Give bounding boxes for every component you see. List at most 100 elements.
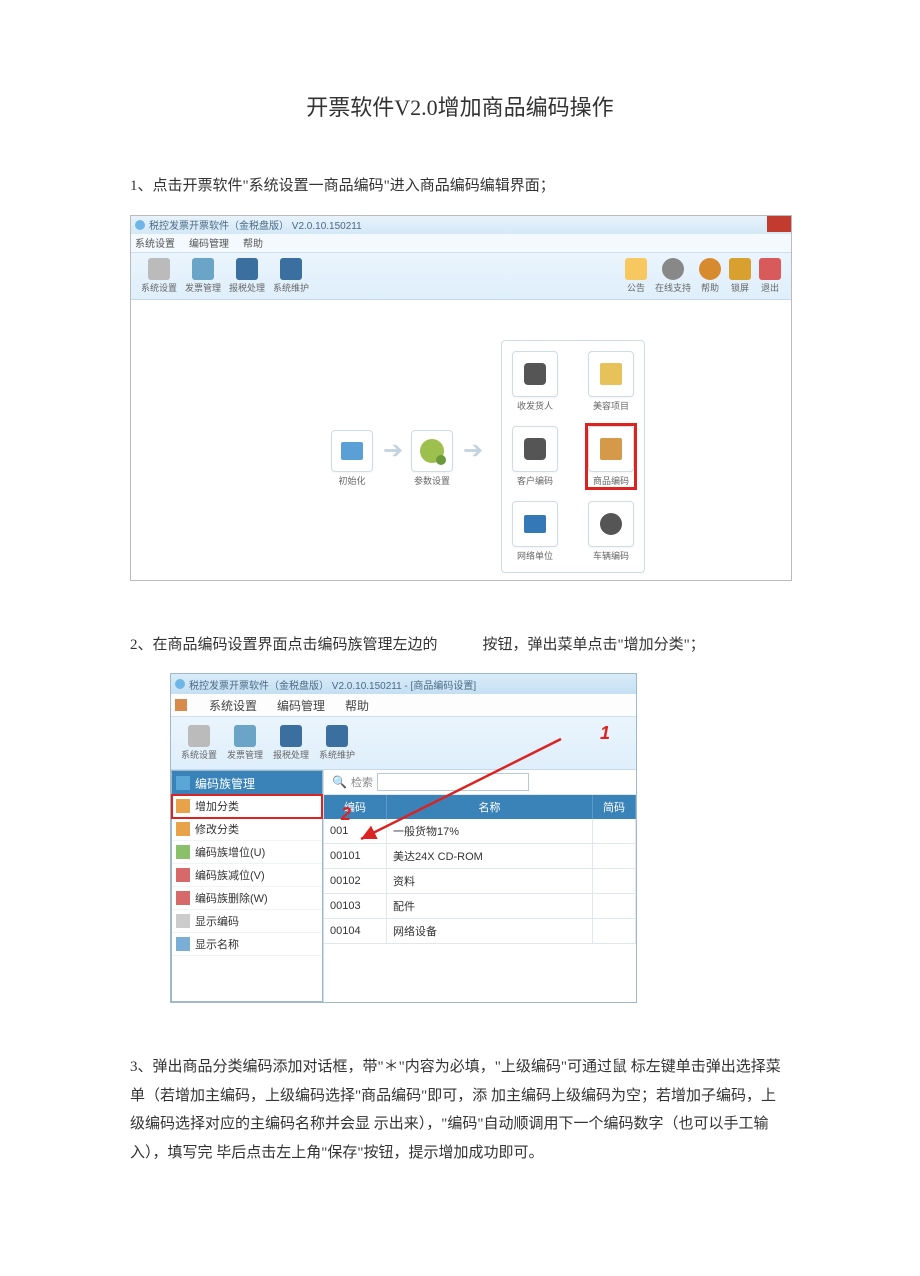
tile-label: 参数设置 bbox=[414, 474, 450, 487]
window-title: 税控发票开票软件（金税盘版） V2.0.10.150211 bbox=[149, 217, 362, 232]
right-pane: 🔍 检索 编码 名称 简码 001一般货物17% 00101美达24X CD-R… bbox=[323, 770, 636, 1002]
check-icon bbox=[176, 914, 190, 928]
table-row[interactable]: 00104网络设备 bbox=[324, 919, 636, 944]
col-name[interactable]: 名称 bbox=[387, 795, 593, 819]
cell: 资料 bbox=[387, 869, 593, 894]
menu-header[interactable]: 编码族管理 bbox=[172, 771, 322, 795]
table-row[interactable]: 001一般货物17% bbox=[324, 819, 636, 844]
online-support-button[interactable]: 在线支持 bbox=[655, 258, 691, 294]
cell bbox=[593, 894, 636, 919]
cell: 配件 bbox=[387, 894, 593, 919]
cell bbox=[593, 919, 636, 944]
flow-init-tile[interactable]: 初始化 bbox=[331, 430, 373, 487]
tile-label: 商品编码 bbox=[593, 474, 629, 487]
system-settings-button[interactable]: 系统设置 bbox=[141, 258, 177, 294]
sys-maint-button[interactable]: 系统维护 bbox=[319, 725, 355, 761]
screen-icon bbox=[524, 515, 546, 533]
invoice-mgmt-button[interactable]: 发票管理 bbox=[185, 258, 221, 294]
col-shortcode[interactable]: 简码 bbox=[593, 795, 636, 819]
tax-process-button[interactable]: 报税处理 bbox=[229, 258, 265, 294]
window-title: 税控发票开票软件（金税盘版） V2.0.10.150211 - [商品编码设置] bbox=[189, 677, 476, 692]
exit-button[interactable]: 退出 bbox=[759, 258, 781, 294]
menu-item-show-code[interactable]: 显示编码 bbox=[172, 910, 322, 933]
tool-label: 系统维护 bbox=[319, 748, 355, 761]
menu-label: 编码族增位(U) bbox=[195, 844, 265, 860]
menu-item-increase[interactable]: 编码族增位(U) bbox=[172, 841, 322, 864]
monitor-icon bbox=[236, 258, 258, 280]
help-button[interactable]: 帮助 bbox=[699, 258, 721, 294]
tile-customer-code[interactable]: 客户编码 bbox=[512, 426, 558, 487]
form-icon bbox=[175, 699, 187, 711]
annotation-2: 2 bbox=[341, 804, 351, 825]
menu-item[interactable]: 帮助 bbox=[345, 697, 369, 714]
add-icon bbox=[176, 799, 190, 813]
tile-product-code[interactable]: 商品编码 bbox=[588, 426, 634, 487]
sys-maint-button[interactable]: 系统维护 bbox=[273, 258, 309, 294]
close-icon[interactable] bbox=[767, 216, 791, 232]
calendar-icon bbox=[234, 725, 256, 747]
context-menu: 编码族管理 增加分类 修改分类 编码族增位(U) 编码族减位(V) 编码族删除(… bbox=[171, 770, 323, 1002]
menu-item[interactable]: 系统设置 bbox=[209, 697, 257, 714]
menu-label: 显示编码 bbox=[195, 913, 239, 929]
menubar: 系统设置 编码管理 帮助 bbox=[131, 234, 791, 253]
tile-beauty[interactable]: 美容项目 bbox=[588, 351, 634, 412]
menu-item-delete[interactable]: 编码族删除(W) bbox=[172, 887, 322, 910]
folder-icon bbox=[326, 725, 348, 747]
tool-label: 系统设置 bbox=[141, 281, 177, 294]
tool-label: 报税处理 bbox=[273, 748, 309, 761]
announcement-button[interactable]: 公告 bbox=[625, 258, 647, 294]
table-row[interactable]: 00103配件 bbox=[324, 894, 636, 919]
step-3-text: 3、弹出商品分类编码添加对话框，带"＊"内容为必填，"上级编码"可通过鼠 标左键… bbox=[130, 1053, 790, 1167]
table-row[interactable]: 00102资料 bbox=[324, 869, 636, 894]
menu-item[interactable]: 编码管理 bbox=[277, 697, 325, 714]
flow-param-tile[interactable]: 参数设置 bbox=[411, 430, 453, 487]
search-label: 检索 bbox=[351, 774, 373, 790]
system-settings-button[interactable]: 系统设置 bbox=[181, 725, 217, 761]
col-code[interactable]: 编码 bbox=[324, 795, 387, 819]
lockscreen-button[interactable]: 锁屏 bbox=[729, 258, 751, 294]
window-titlebar: 税控发票开票软件（金税盘版） V2.0.10.150211 - [商品编码设置] bbox=[171, 674, 636, 694]
menu-item-decrease[interactable]: 编码族减位(V) bbox=[172, 864, 322, 887]
annotation-1: 1 bbox=[600, 723, 610, 744]
invoice-mgmt-button[interactable]: 发票管理 bbox=[227, 725, 263, 761]
cell bbox=[593, 844, 636, 869]
app-icon bbox=[175, 679, 185, 689]
tree-icon bbox=[176, 776, 190, 790]
tile-network[interactable]: 网络单位 bbox=[512, 501, 558, 562]
search-input[interactable] bbox=[377, 773, 529, 791]
menu-item-add-category[interactable]: 增加分类 bbox=[172, 795, 322, 818]
tool-label: 在线支持 bbox=[655, 281, 691, 294]
menu-label: 编码族减位(V) bbox=[195, 867, 265, 883]
tax-process-button[interactable]: 报税处理 bbox=[273, 725, 309, 761]
toolbar: 系统设置 发票管理 报税处理 系统维护 公告 在线支持 帮助 锁屏 退出 bbox=[131, 253, 791, 300]
table-row[interactable]: 00101美达24X CD-ROM bbox=[324, 844, 636, 869]
tile-label: 收发货人 bbox=[517, 399, 553, 412]
tool-label: 报税处理 bbox=[229, 281, 265, 294]
gear-icon bbox=[188, 725, 210, 747]
menu-item[interactable]: 编码管理 bbox=[189, 235, 229, 250]
screenshot-2: 税控发票开票软件（金税盘版） V2.0.10.150211 - [商品编码设置]… bbox=[170, 673, 637, 1003]
document-title: 开票软件V2.0增加商品编码操作 bbox=[130, 90, 790, 122]
cell: 00102 bbox=[324, 869, 387, 894]
menu-item[interactable]: 系统设置 bbox=[135, 235, 175, 250]
tool-label: 系统维护 bbox=[273, 281, 309, 294]
tile-label: 客户编码 bbox=[517, 474, 553, 487]
exit-icon bbox=[759, 258, 781, 280]
window-buttons[interactable] bbox=[767, 216, 791, 232]
tile-vehicle-code[interactable]: 车辆编码 bbox=[588, 501, 634, 562]
calendar-icon bbox=[192, 258, 214, 280]
cell: 一般货物17% bbox=[387, 819, 593, 844]
book-icon bbox=[600, 438, 622, 460]
arrow-icon: ➔ bbox=[383, 436, 403, 465]
menu-item[interactable]: 帮助 bbox=[243, 235, 263, 250]
step-2-part-a: 2、在商品编码设置界面点击编码族管理左边的 bbox=[130, 637, 438, 653]
tile-label: 初始化 bbox=[338, 474, 365, 487]
menu-item-show-name[interactable]: 显示名称 bbox=[172, 933, 322, 956]
help-icon bbox=[699, 258, 721, 280]
tile-shipper[interactable]: 收发货人 bbox=[512, 351, 558, 412]
lock-icon bbox=[729, 258, 751, 280]
step-2-part-b: 按钮，弹出菜单点击"增加分类"； bbox=[483, 637, 705, 653]
menu-item-edit-category[interactable]: 修改分类 bbox=[172, 818, 322, 841]
tile-label: 车辆编码 bbox=[593, 549, 629, 562]
gear-icon bbox=[420, 439, 444, 463]
